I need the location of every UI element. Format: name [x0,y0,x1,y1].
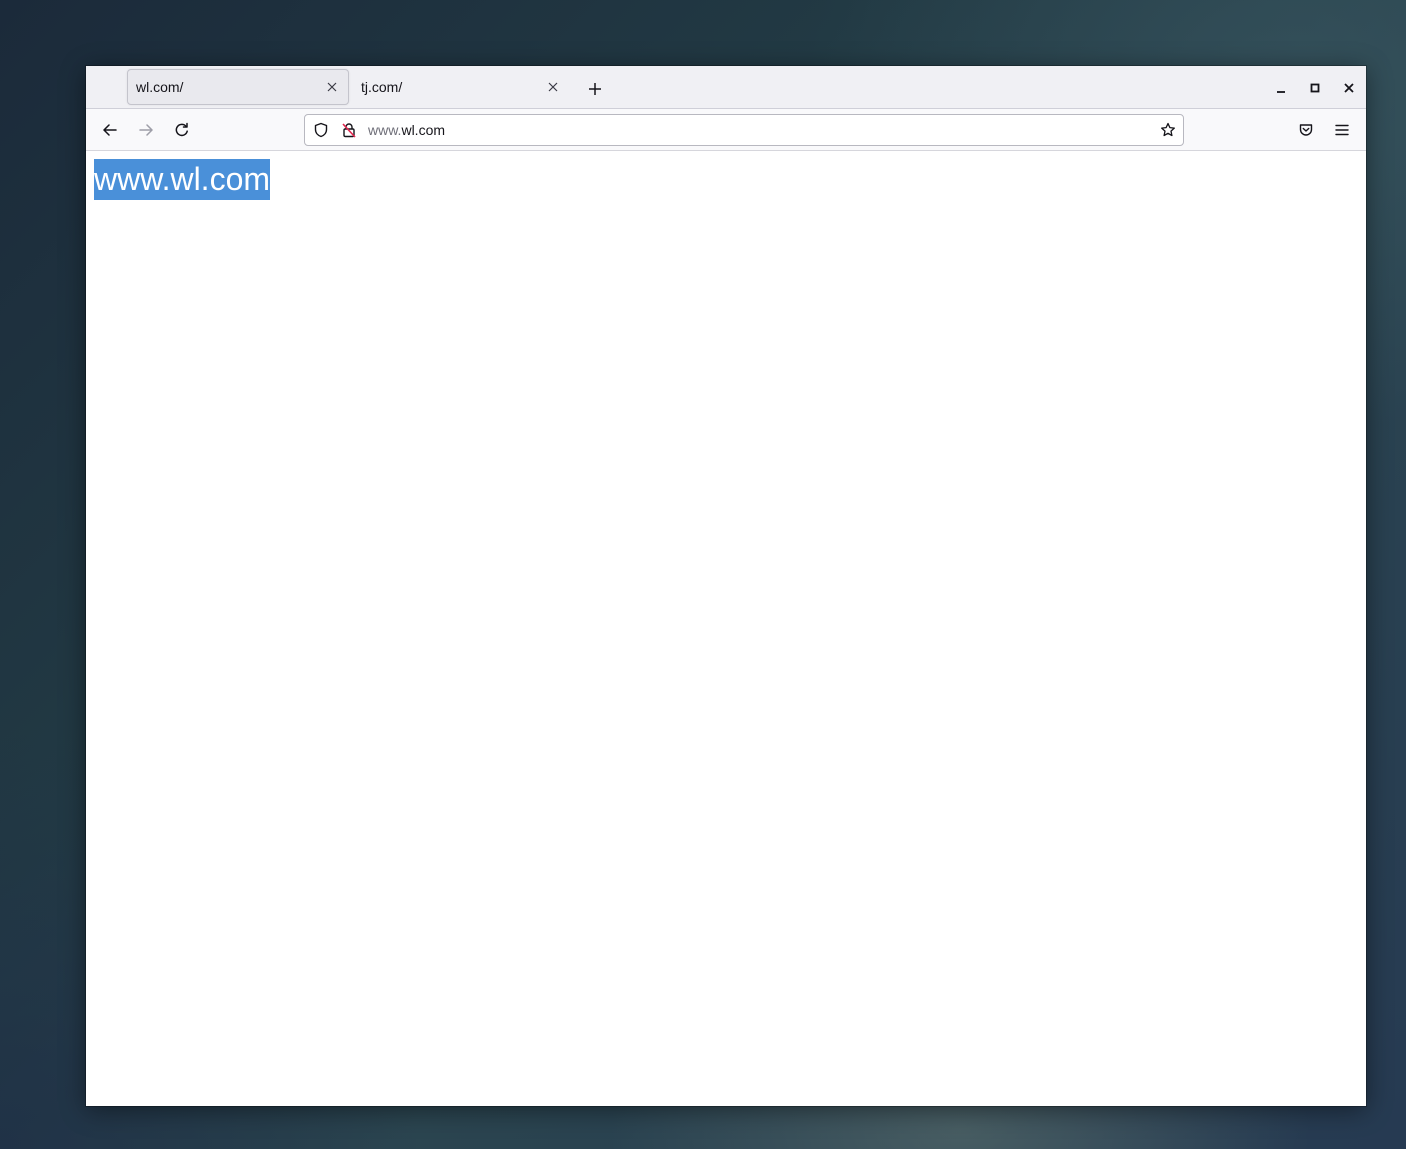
plus-icon [589,83,601,95]
tab-close-button[interactable] [545,79,561,95]
desktop-background: wl.com/ tj.com/ www.wl.com www.wl.com [0,0,1406,1149]
tab-tj-com[interactable]: tj.com/ [353,69,569,105]
forward-button[interactable] [131,116,161,144]
maximize-icon [1310,83,1320,92]
window-controls [1264,66,1366,109]
url-text[interactable]: www.wl.com [360,122,1153,138]
shield-icon [314,122,328,138]
tab-title: tj.com/ [361,79,403,95]
close-window-button[interactable] [1332,71,1366,105]
app-menu-button[interactable] [1327,116,1357,144]
tab-strip: wl.com/ tj.com/ [86,66,1366,109]
close-icon [548,82,558,92]
page-content: www.wl.com [86,151,1366,1106]
back-arrow-icon [103,124,117,136]
pocket-icon [1299,124,1313,136]
lock-insecure-icon [342,123,356,138]
url-prefix: www. [368,122,402,138]
close-icon [1344,82,1354,93]
page-heading: www.wl.com [94,159,271,200]
new-tab-button[interactable] [584,78,606,100]
close-icon [327,82,337,92]
bookmark-button[interactable] [1153,115,1183,145]
hamburger-menu-icon [1335,124,1349,136]
tab-wl-com[interactable]: wl.com/ [127,69,349,105]
url-bar[interactable]: www.wl.com [304,114,1184,146]
maximize-button[interactable] [1298,71,1332,105]
back-button[interactable] [95,116,125,144]
reload-button[interactable] [167,116,197,144]
reload-icon [175,122,188,137]
site-info-button[interactable] [338,119,360,141]
navigation-toolbar: www.wl.com [86,109,1366,151]
tracking-protection-button[interactable] [310,119,332,141]
pocket-button[interactable] [1291,116,1321,144]
forward-arrow-icon [139,124,153,136]
minimize-button[interactable] [1264,71,1298,105]
url-domain: wl.com [401,122,446,138]
browser-window: wl.com/ tj.com/ www.wl.com www.wl.com [86,66,1366,1106]
tab-title: wl.com/ [136,79,184,95]
minimize-icon [1277,90,1285,93]
star-icon [1161,122,1175,137]
tab-close-button[interactable] [324,79,340,95]
